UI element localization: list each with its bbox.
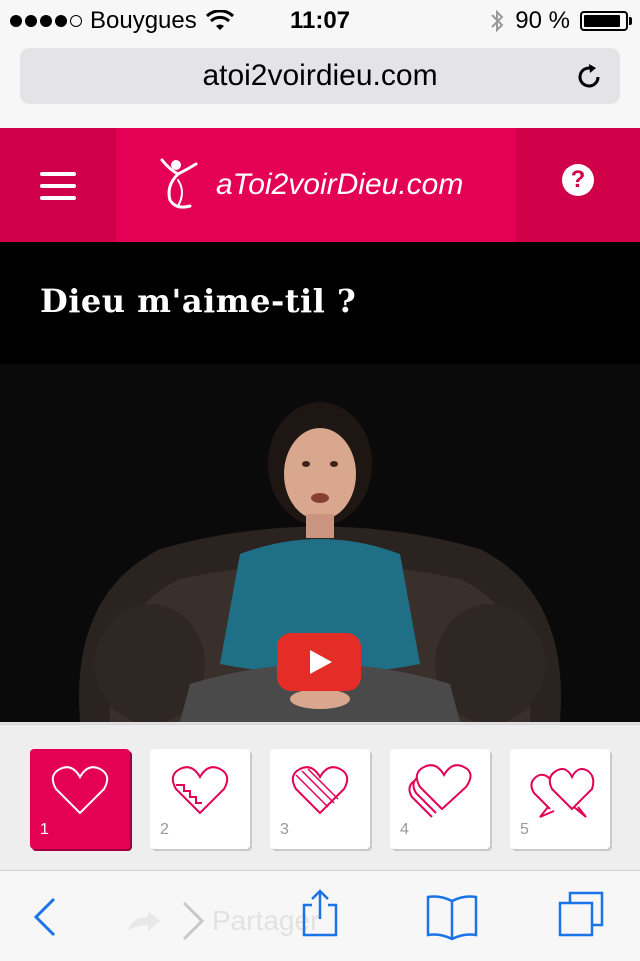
two-speech-hearts-icon [530, 768, 595, 818]
page-title: Dieu m'aime-til ? [40, 282, 357, 320]
share-icon[interactable] [300, 887, 340, 939]
menu-button[interactable] [0, 128, 116, 242]
share-ghost-label: Partager [124, 899, 319, 943]
status-bar: Bouygues 11:07 90 % [0, 0, 640, 40]
step-number: 3 [280, 821, 289, 838]
reload-icon[interactable] [574, 62, 604, 92]
site-logo[interactable]: aToi2voirDieu.com [156, 156, 463, 214]
browser-address-area: atoi2voirdieu.com [0, 40, 640, 129]
tabs-icon[interactable] [556, 889, 606, 939]
site-header: aToi2voirDieu.com ? [0, 128, 640, 242]
help-icon: ? [562, 164, 594, 196]
video-section: Dieu m'aime-til ? [0, 242, 640, 722]
url-text: atoi2voirdieu.com [202, 59, 438, 92]
heart-icon [51, 766, 109, 815]
address-bar[interactable]: atoi2voirdieu.com [20, 48, 620, 104]
play-icon[interactable] [277, 633, 361, 691]
bookmarks-icon[interactable] [424, 891, 480, 941]
step-number: 4 [400, 821, 409, 838]
forward-icon[interactable] [178, 899, 208, 943]
step-number: 1 [40, 821, 49, 838]
share-arrow-icon [128, 911, 160, 931]
broken-heart-stairs-icon [171, 766, 229, 815]
logo-text: aToi2voirDieu.com [216, 168, 464, 201]
crossed-heart-icon [291, 766, 349, 815]
step-2-button[interactable]: 2 [150, 749, 250, 849]
video-player[interactable] [0, 364, 640, 722]
steps-row: 1 2 3 4 5 [0, 724, 640, 871]
step-number: 5 [520, 821, 529, 838]
stacked-hearts-icon [408, 764, 472, 818]
step-4-button[interactable]: 4 [390, 749, 490, 849]
step-1-button[interactable]: 1 [30, 749, 130, 849]
battery-percent: 90 % [515, 7, 570, 34]
help-button[interactable]: ? [516, 128, 640, 242]
step-5-button[interactable]: 5 [510, 749, 610, 849]
logo-figure-icon [160, 158, 198, 209]
step-number: 2 [160, 821, 169, 838]
step-3-button[interactable]: 3 [270, 749, 370, 849]
back-icon[interactable] [30, 895, 60, 939]
browser-toolbar: Partager [0, 870, 640, 961]
battery-icon [580, 11, 632, 31]
hamburger-menu-icon [40, 172, 76, 208]
bluetooth-icon [491, 9, 504, 33]
